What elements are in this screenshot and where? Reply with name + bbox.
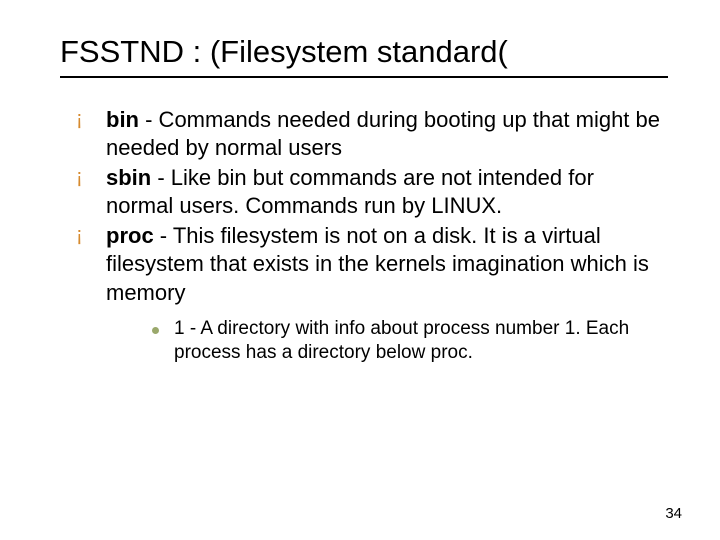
sub-text: 1 - A directory with info about process …: [174, 318, 629, 364]
sub-list-item: 1 - A directory with info about process …: [146, 317, 660, 366]
slide: FSSTND : (Filesystem standard( bin - Com…: [0, 0, 720, 540]
definition: - This filesystem is not on a disk. It i…: [106, 223, 649, 304]
term: proc: [106, 223, 154, 248]
main-list: bin - Commands needed during booting up …: [60, 106, 668, 366]
term: sbin: [106, 165, 151, 190]
list-item: sbin - Like bin but commands are not int…: [72, 164, 660, 220]
definition: - Like bin but commands are not intended…: [106, 165, 594, 218]
definition: - Commands needed during booting up that…: [106, 107, 660, 160]
slide-title: FSSTND : (Filesystem standard(: [60, 34, 668, 70]
sub-list: 1 - A directory with info about process …: [106, 317, 660, 366]
term: bin: [106, 107, 139, 132]
title-underline: [60, 76, 668, 78]
page-number: 34: [665, 505, 682, 522]
list-item: bin - Commands needed during booting up …: [72, 106, 660, 162]
list-item: proc - This filesystem is not on a disk.…: [72, 222, 660, 366]
